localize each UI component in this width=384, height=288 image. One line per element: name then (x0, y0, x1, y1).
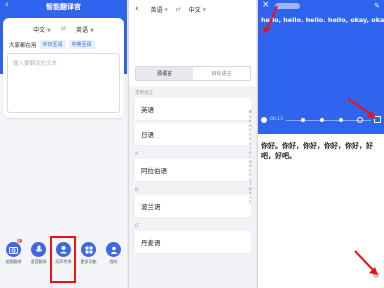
language-picker-header: ‹ 英语 ▼ ⇄ 中文 ▼ (129, 0, 256, 18)
slider-marker (301, 117, 306, 122)
voice-translate-button[interactable]: 语音翻译 (27, 242, 51, 265)
slider-marker (338, 117, 343, 122)
interpretation-result-panel: × ✎ hello, hello. hello. hello, okay, ok… (257, 0, 384, 288)
export-icon[interactable] (374, 116, 381, 123)
playback-slider[interactable] (285, 116, 371, 123)
source-language-button[interactable]: 英语 ▼ (151, 5, 168, 14)
profile-button[interactable]: 我的 (102, 242, 126, 265)
list-item[interactable]: 英语 (135, 98, 251, 121)
swap-icon[interactable]: ⇄ (61, 25, 66, 34)
language-selector: 中文 ▼ ⇄ 英语 ▼ (3, 25, 124, 34)
index-letter[interactable]: Z (249, 200, 253, 205)
chevron-down-icon: ▼ (90, 28, 94, 34)
user-icon (106, 242, 121, 257)
source-text: hello, hello. hello. hello, okay, okay. (261, 16, 384, 24)
microphone-icon (31, 242, 46, 257)
section-header: B (135, 188, 139, 193)
back-icon[interactable]: ‹ (135, 4, 139, 14)
camera-icon (6, 242, 21, 257)
swap-icon[interactable]: ⇄ (176, 6, 181, 13)
target-language-button[interactable]: 英语 ▼ (76, 25, 94, 34)
text-input-placeholder: 输入要翻译的文本 (13, 61, 58, 67)
headset-icon (56, 242, 71, 257)
function-bar: 新 拍照翻译 语音翻译 同声传译 更多功能 我的 (0, 239, 127, 265)
grid-icon (81, 242, 96, 257)
section-header: 常用语言 (135, 91, 153, 96)
slider-thumb[interactable] (357, 116, 364, 123)
section-header: A (135, 152, 139, 157)
translator-home-panel: ‹ 智能翻译官 中文 ▼ ⇄ 英语 ▼ 大家都在用 中日互译 中英互译 输入要翻译的… (0, 0, 127, 288)
tab-source-language[interactable]: 源语言 (136, 67, 193, 80)
chip-zh-en[interactable]: 中英互译 (68, 40, 95, 49)
alphabet-index[interactable]: 常ABDEFGHJKLMNPRSTWXYZ (249, 110, 253, 205)
language-picker-panel: ‹ 英语 ▼ ⇄ 中文 ▼ 源语言 目标语言 常用语言 英语 日语 A 阿拉伯语 B… (128, 0, 256, 288)
chevron-down-icon: ▼ (47, 28, 51, 34)
function-label: 我的 (109, 259, 118, 264)
function-label: 同声传译 (55, 259, 72, 264)
tab-target-language[interactable]: 目标语言 (193, 67, 250, 80)
new-badge: 新 (16, 239, 22, 243)
language-list: 常用语言 英语 日语 A 阿拉伯语 B 波兰语 D 丹麦语 (129, 86, 256, 288)
playback-time: 00:13 (270, 117, 283, 122)
settings-icon[interactable] (373, 272, 379, 278)
close-icon[interactable]: × (262, 1, 270, 10)
simultaneous-interpretation-button[interactable]: 同声传译 (52, 242, 76, 265)
source-language-button[interactable]: 中文 ▼ (33, 25, 51, 34)
chip-zh-ja[interactable]: 中日互译 (39, 40, 66, 49)
list-item[interactable]: 阿拉伯语 (135, 159, 251, 182)
list-item[interactable]: 丹麦语 (135, 231, 251, 254)
target-language-button[interactable]: 中文 ▼ (189, 5, 206, 14)
text-input[interactable]: 输入要翻译的文本 (7, 53, 120, 113)
source-text-area: × ✎ hello, hello. hello. hello, okay, ok… (258, 0, 384, 134)
list-item[interactable]: 波兰语 (135, 195, 251, 218)
chevron-down-icon: ▼ (202, 6, 206, 12)
section-header: D (135, 224, 139, 229)
slider-marker (319, 117, 324, 122)
more-functions-button[interactable]: 更多功能 (77, 242, 101, 265)
pencil-icon[interactable]: ✎ (374, 2, 380, 10)
recent-pairs: 大家都在用 中日互译 中英互译 (9, 40, 95, 49)
list-item[interactable]: 日语 (135, 123, 251, 146)
recent-label: 大家都在用 (9, 42, 37, 49)
function-label: 语音翻译 (30, 259, 47, 264)
page-title: 智能翻译官 (46, 3, 81, 11)
title-chip (275, 3, 300, 9)
audio-player: 00:13 (261, 116, 381, 123)
translate-card: 中文 ▼ ⇄ 英语 ▼ 大家都在用 中日互译 中英互译 输入要翻译的文本 (3, 18, 124, 118)
function-label: 拍照翻译 (5, 259, 22, 264)
language-tabs: 源语言 目标语言 (135, 66, 251, 81)
chevron-down-icon: ▼ (164, 6, 168, 12)
translated-text: 你好。你好，你好，你好，你好，好吧，好吧。 (261, 142, 373, 160)
photo-translate-button[interactable]: 新 拍照翻译 (2, 239, 26, 265)
play-icon[interactable] (261, 116, 267, 123)
function-label: 更多功能 (80, 259, 97, 264)
